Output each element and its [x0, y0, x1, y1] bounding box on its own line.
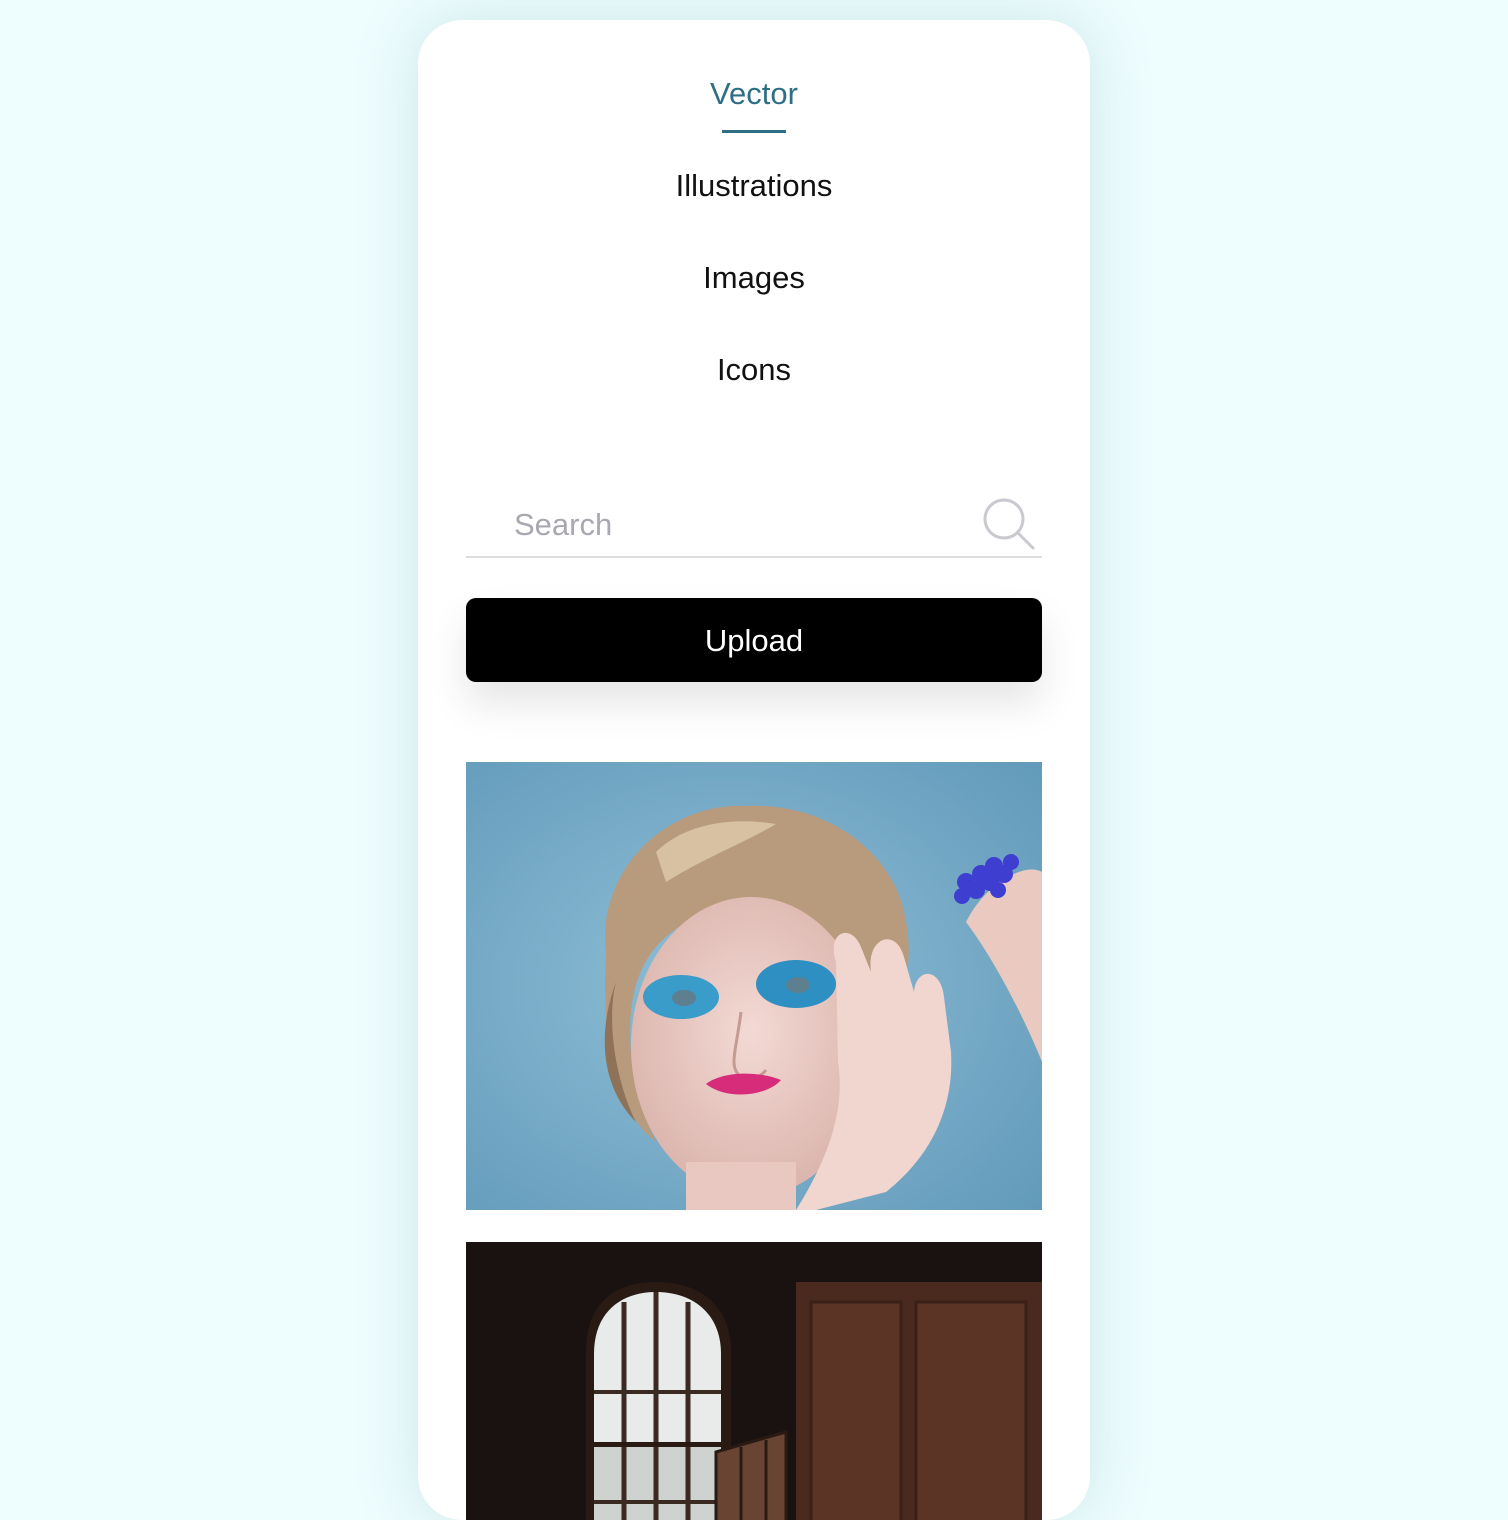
nav-item-icons[interactable]: Icons: [418, 348, 1090, 392]
nav-item-images[interactable]: Images: [418, 256, 1090, 300]
phone-card: Vector Illustrations Images Icons Upload: [418, 20, 1090, 1520]
room-photo-image: [466, 1242, 1042, 1520]
search-icon[interactable]: [982, 496, 1038, 552]
upload-button[interactable]: Upload: [466, 598, 1042, 682]
gallery-photo-room[interactable]: [466, 1242, 1042, 1520]
search-input[interactable]: [512, 500, 956, 550]
nav-item-illustrations[interactable]: Illustrations: [418, 164, 1090, 208]
portrait-photo-image: [466, 762, 1042, 1210]
gallery-photo-portrait[interactable]: [466, 762, 1042, 1210]
active-tab-indicator: [722, 130, 786, 133]
search-bar: [466, 492, 1042, 558]
nav-item-vector[interactable]: Vector: [418, 72, 1090, 116]
